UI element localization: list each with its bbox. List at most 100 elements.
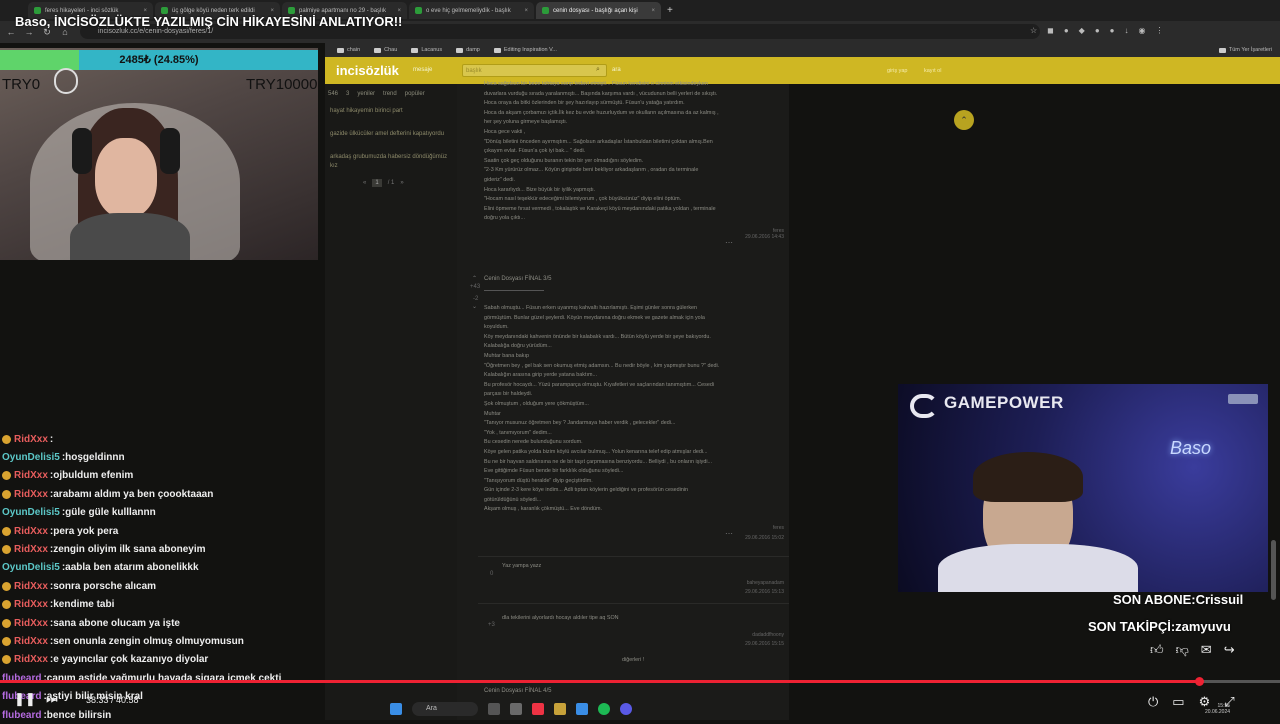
chat-username[interactable]: RidXxx	[14, 599, 48, 610]
first-page-icon[interactable]: «	[363, 180, 366, 186]
scroll-top-button[interactable]: ⌃	[954, 110, 974, 130]
dislike-icon[interactable]: 👎︎	[1176, 642, 1189, 658]
scrollbar-thumb[interactable]	[1271, 540, 1276, 600]
downvote-icon[interactable]: ⌄	[472, 303, 477, 310]
autoplay-toggle-icon[interactable]: ⏻	[1148, 694, 1158, 710]
share-icon[interactable]: ↪	[1224, 642, 1235, 658]
extension-icon[interactable]: ●	[1064, 26, 1069, 35]
close-icon[interactable]: ×	[143, 8, 147, 14]
divider	[484, 290, 544, 291]
star-icon[interactable]: ☆	[1030, 26, 1037, 35]
bookmark-label: Lacanus	[421, 47, 443, 53]
tab-count[interactable]: 546	[328, 91, 338, 97]
page-select[interactable]: 1	[372, 179, 382, 187]
reply-author[interactable]: baheyapanadam	[700, 580, 784, 586]
close-icon[interactable]: ×	[397, 8, 401, 14]
search-button[interactable]: ara	[612, 67, 621, 73]
close-icon[interactable]: ×	[651, 8, 655, 14]
sidebar-topic-link[interactable]: hayat hikayemin birinci part	[330, 107, 452, 116]
site-logo[interactable]: incisözlük	[336, 63, 399, 78]
spotify-icon[interactable]	[598, 703, 610, 715]
chat-username[interactable]: RidXxx	[14, 654, 48, 665]
messages-link[interactable]: mesaje	[413, 67, 432, 73]
edge-icon[interactable]	[576, 703, 588, 715]
chat-username[interactable]: OyunDelisi5	[2, 452, 60, 463]
reply-date: 29.06.2016 15:13	[745, 589, 784, 595]
chat-username[interactable]: RidXxx	[14, 618, 48, 629]
pause-icon[interactable]: ❚❚	[14, 691, 36, 707]
extension-icon[interactable]: ◼	[1047, 26, 1054, 35]
more-icon[interactable]: ⋯	[725, 529, 733, 538]
close-icon[interactable]: ×	[524, 8, 528, 14]
chat-username[interactable]: RidXxx	[14, 581, 48, 592]
goal-max-label: TRY10000	[246, 76, 318, 93]
tab-populer[interactable]: popüler	[405, 91, 425, 97]
start-icon[interactable]	[390, 703, 402, 715]
new-tab-button[interactable]: +	[667, 5, 673, 16]
profile-icon[interactable]: ◉	[1139, 26, 1146, 35]
bubble-icon	[54, 68, 78, 94]
shirt	[70, 213, 190, 260]
comment-icon[interactable]: ✉︎	[1201, 642, 1212, 658]
chat-message: RidXxx: sen onunla zengin olmuş olmuyomu…	[2, 632, 322, 650]
chat-username[interactable]: OyunDelisi5	[2, 507, 60, 518]
bookmark-item[interactable]: Editing Inspiration V...	[493, 47, 557, 53]
taskbar-search[interactable]: Ara	[412, 702, 478, 716]
entry-line: Muhtar bana bakıp	[484, 352, 529, 359]
tab-label: o eve hiç gelmemeliydik - başlık	[426, 7, 511, 14]
browser-tab-active[interactable]: cenin dosyası - başlığı açan kişi ×	[536, 2, 661, 19]
widgets-icon[interactable]	[510, 703, 522, 715]
chrome-icon[interactable]	[532, 703, 544, 715]
chat-message: flubeard: canım aştide yağmurlu havada s…	[2, 669, 322, 687]
tab-count[interactable]: 3	[346, 91, 349, 97]
reply-text: dla tekilerini alyorlardı hocayı aldıler…	[502, 615, 619, 621]
explorer-icon[interactable]	[554, 703, 566, 715]
more-replies-link[interactable]: diğerleri !	[622, 656, 644, 666]
register-link[interactable]: kayıt ol	[924, 68, 941, 74]
video-scrubber[interactable]	[1195, 677, 1205, 686]
all-bookmarks[interactable]: Tüm Yer İşaretleri	[1218, 47, 1272, 53]
chat-message: RidXxx: kendime tabi	[2, 596, 322, 614]
search-input[interactable]: başlık	[462, 64, 607, 77]
chat-text: sana abone olucam ya işte	[53, 617, 180, 629]
subscriber-badge-icon	[2, 489, 11, 499]
next-page-icon[interactable]: »	[400, 180, 403, 186]
chat-username[interactable]: RidXxx	[14, 636, 48, 647]
login-link[interactable]: giriş yap	[887, 68, 907, 74]
discord-icon[interactable]	[620, 703, 632, 715]
chat-username[interactable]: RidXxx	[14, 526, 48, 537]
chat-username[interactable]: flubeard	[2, 710, 41, 721]
face	[95, 138, 157, 218]
search-icon[interactable]: ⌕	[596, 66, 600, 74]
subscriber-badge-icon	[2, 471, 11, 481]
download-icon[interactable]: ↓	[1125, 26, 1129, 35]
upvote-icon[interactable]: ⌃	[472, 275, 477, 282]
menu-icon[interactable]: ⋮	[1155, 26, 1163, 35]
sidebar-topic-link[interactable]: arkadaş grubumuzda habersiz döndüğümüz k…	[330, 153, 452, 171]
browser-tab[interactable]: o eve hiç gelmemeliydik - başlık ×	[409, 2, 534, 19]
tab-yeniler[interactable]: yeniler	[357, 91, 375, 97]
like-icon[interactable]: 👍︎	[1150, 642, 1164, 658]
bookmark-item[interactable]: Chau	[374, 47, 397, 53]
tab-trend[interactable]: trend	[383, 91, 397, 97]
more-icon[interactable]: ⋯	[725, 238, 733, 247]
subtitles-icon[interactable]: ▭	[1172, 694, 1184, 710]
entry-author[interactable]: feres	[700, 525, 784, 531]
chat-username[interactable]: RidXxx	[14, 434, 48, 445]
extension-icon[interactable]: ◆	[1079, 26, 1085, 35]
extension-icon[interactable]: ●	[1095, 26, 1100, 35]
chat-username[interactable]: RidXxx	[14, 544, 48, 555]
reply-author[interactable]: dadaddfhoony	[700, 632, 784, 638]
close-icon[interactable]: ×	[270, 8, 274, 14]
next-icon[interactable]: ⏭︎	[46, 691, 58, 707]
chat-username[interactable]: RidXxx	[14, 489, 48, 500]
taskview-icon[interactable]	[488, 703, 500, 715]
extension-icon[interactable]: ●	[1110, 26, 1115, 35]
folder-icon	[456, 47, 464, 53]
bookmark-item[interactable]: damp	[456, 47, 480, 53]
bookmark-item[interactable]: Lacanus	[411, 47, 442, 53]
chat-username[interactable]: OyunDelisi5	[2, 562, 60, 573]
bookmark-item[interactable]: chain	[337, 47, 360, 53]
chat-username[interactable]: RidXxx	[14, 470, 48, 481]
sidebar-topic-link[interactable]: gazide ülkücüler amel defterini kapatıyo…	[330, 130, 452, 139]
